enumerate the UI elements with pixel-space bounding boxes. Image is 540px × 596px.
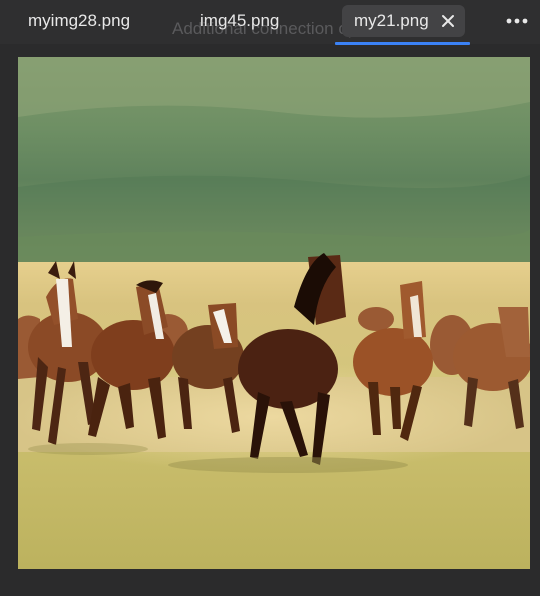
- tab-bar: Additional connection options myimg28.pn…: [0, 0, 540, 45]
- horses-galloping-image: [18, 57, 530, 569]
- close-icon[interactable]: [439, 12, 457, 30]
- tab-label: img45.png: [200, 11, 280, 30]
- more-horizontal-icon[interactable]: [502, 6, 532, 36]
- image-viewer: Additional connection options myimg28.pn…: [0, 0, 540, 596]
- tab-img45[interactable]: img45.png: [188, 5, 291, 37]
- image-preview: [18, 57, 530, 569]
- tab-my21-active[interactable]: my21.png: [342, 5, 465, 37]
- tab-myimg28[interactable]: myimg28.png: [16, 5, 142, 37]
- tab-label: my21.png: [354, 11, 429, 30]
- active-tab-indicator: [335, 42, 470, 45]
- tab-label: myimg28.png: [28, 11, 131, 30]
- viewer-bottom-strip: [0, 572, 540, 596]
